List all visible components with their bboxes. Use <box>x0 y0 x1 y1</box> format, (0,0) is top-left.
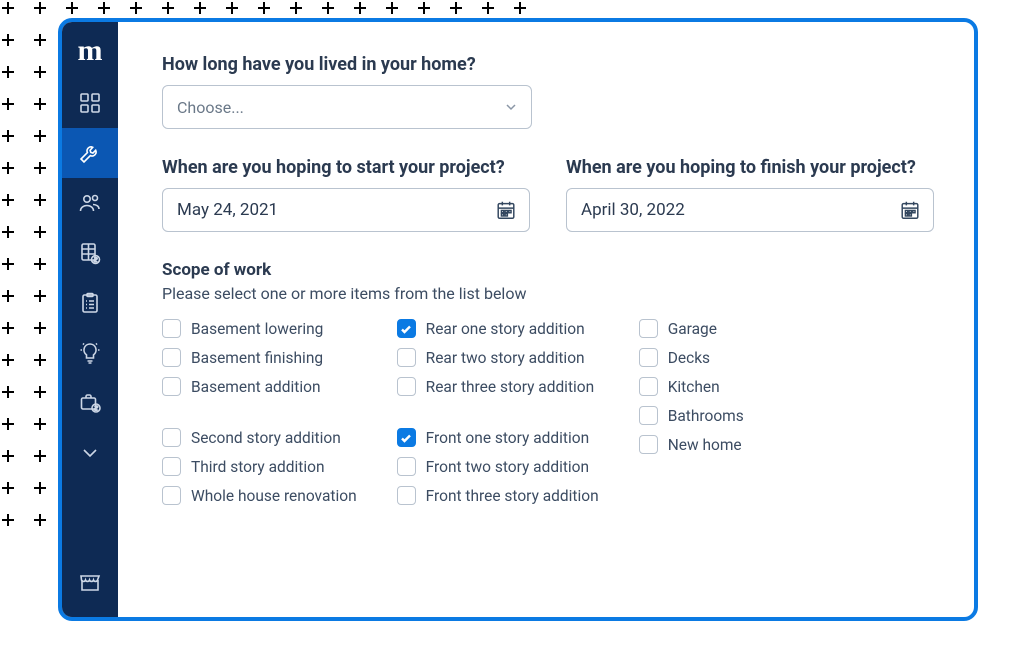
spreadsheet-dollar-icon <box>78 241 102 265</box>
sidebar: m <box>62 22 118 617</box>
checkbox[interactable] <box>639 406 658 425</box>
lived-duration-select[interactable]: Choose... <box>162 85 532 129</box>
brand-logo: m <box>78 34 103 68</box>
checkbox[interactable] <box>397 377 416 396</box>
question-lived-label: How long have you lived in your home? <box>162 54 934 75</box>
wrench-icon <box>78 141 102 165</box>
sidebar-item-more[interactable] <box>62 428 118 478</box>
checkbox[interactable] <box>162 486 181 505</box>
scope-col-3: Garage Decks Kitchen Bathrooms New home <box>639 319 744 505</box>
chevron-down-icon <box>78 441 102 465</box>
calendar-icon <box>899 199 921 221</box>
checkbox[interactable] <box>397 348 416 367</box>
scope-checkbox-item[interactable]: Rear one story addition <box>397 319 599 338</box>
sidebar-item-shopping-finance[interactable] <box>62 378 118 428</box>
sidebar-item-idea[interactable] <box>62 328 118 378</box>
question-finish-label: When are you hoping to finish your proje… <box>566 157 934 178</box>
scope-checkbox-item[interactable]: Second story addition <box>162 428 357 447</box>
sidebar-item-clipboard[interactable] <box>62 278 118 328</box>
checkbox[interactable] <box>397 457 416 476</box>
scope-checkbox-item[interactable]: Front three story addition <box>397 486 599 505</box>
scope-checkbox-item[interactable]: Front two story addition <box>397 457 599 476</box>
checkbox[interactable] <box>639 348 658 367</box>
scope-checkbox-item[interactable]: Basement finishing <box>162 348 357 367</box>
checkbox-label: Basement finishing <box>191 349 323 367</box>
checkbox-label: Garage <box>668 320 717 338</box>
scope-checkbox-item[interactable]: Third story addition <box>162 457 357 476</box>
question-start-label: When are you hoping to start your projec… <box>162 157 530 178</box>
sidebar-item-dashboard[interactable] <box>62 78 118 128</box>
people-icon <box>78 191 102 215</box>
checkbox-label: Rear two story addition <box>426 349 585 367</box>
finish-date-value: April 30, 2022 <box>581 200 685 220</box>
scope-checkbox-item[interactable]: Kitchen <box>639 377 744 396</box>
scope-checkbox-item[interactable]: Whole house renovation <box>162 486 357 505</box>
scope-col-2: Rear one story addition Rear two story ad… <box>397 319 599 505</box>
checkbox[interactable] <box>162 428 181 447</box>
checkbox-label: Front one story addition <box>426 429 590 447</box>
sidebar-item-tools[interactable] <box>62 128 118 178</box>
checkbox-label: Whole house renovation <box>191 487 357 505</box>
clipboard-list-icon <box>78 291 102 315</box>
scope-checkbox-item[interactable]: Basement lowering <box>162 319 357 338</box>
scope-checkbox-item[interactable]: Front one story addition <box>397 428 599 447</box>
checkbox-label: Basement lowering <box>191 320 323 338</box>
scope-checkbox-item[interactable]: Basement addition <box>162 377 357 396</box>
checkbox[interactable] <box>162 377 181 396</box>
storefront-icon <box>78 570 102 594</box>
scope-checkbox-item[interactable]: Garage <box>639 319 744 338</box>
grid-icon <box>78 91 102 115</box>
select-placeholder: Choose... <box>177 98 244 117</box>
start-date-input[interactable]: May 24, 2021 <box>162 188 530 232</box>
start-date-value: May 24, 2021 <box>177 200 278 220</box>
lightbulb-icon <box>78 341 102 365</box>
sidebar-item-people[interactable] <box>62 178 118 228</box>
sidebar-item-pricing[interactable] <box>62 228 118 278</box>
scope-col-1: Basement lowering Basement finishing Basem… <box>162 319 357 505</box>
checkbox-label: Rear three story addition <box>426 378 595 396</box>
scope-columns: Basement lowering Basement finishing Basem… <box>162 319 934 505</box>
checkbox[interactable] <box>162 348 181 367</box>
scope-checkbox-item[interactable]: Decks <box>639 348 744 367</box>
checkbox[interactable] <box>639 377 658 396</box>
scope-title: Scope of work <box>162 260 934 280</box>
app-window: m How long have you lived i <box>58 18 978 621</box>
checkbox-label: Basement addition <box>191 378 321 396</box>
checkbox[interactable] <box>397 486 416 505</box>
main-content: How long have you lived in your home? Ch… <box>118 22 974 617</box>
checkbox-label: Kitchen <box>668 378 720 396</box>
finish-date-input[interactable]: April 30, 2022 <box>566 188 934 232</box>
checkbox-label: Front two story addition <box>426 458 589 476</box>
checkbox-label: Second story addition <box>191 429 341 447</box>
scope-checkbox-item[interactable]: Bathrooms <box>639 406 744 425</box>
scope-checkbox-item[interactable]: New home <box>639 435 744 454</box>
scope-subtitle: Please select one or more items from the… <box>162 284 934 303</box>
scope-checkbox-item[interactable]: Rear three story addition <box>397 377 599 396</box>
checkbox[interactable] <box>639 435 658 454</box>
checkbox[interactable] <box>639 319 658 338</box>
briefcase-dollar-icon <box>78 391 102 415</box>
checkbox[interactable] <box>397 428 416 447</box>
checkbox-label: Third story addition <box>191 458 325 476</box>
checkbox-label: Front three story addition <box>426 487 599 505</box>
checkbox-label: Rear one story addition <box>426 320 585 338</box>
checkbox[interactable] <box>162 319 181 338</box>
checkbox-label: Bathrooms <box>668 407 744 425</box>
checkbox-label: New home <box>668 436 742 454</box>
sidebar-item-storefront[interactable] <box>62 557 118 607</box>
checkbox-label: Decks <box>668 349 710 367</box>
chevron-down-icon <box>505 101 517 113</box>
scope-checkbox-item[interactable]: Rear two story addition <box>397 348 599 367</box>
checkbox[interactable] <box>397 319 416 338</box>
checkbox[interactable] <box>162 457 181 476</box>
calendar-icon <box>495 199 517 221</box>
